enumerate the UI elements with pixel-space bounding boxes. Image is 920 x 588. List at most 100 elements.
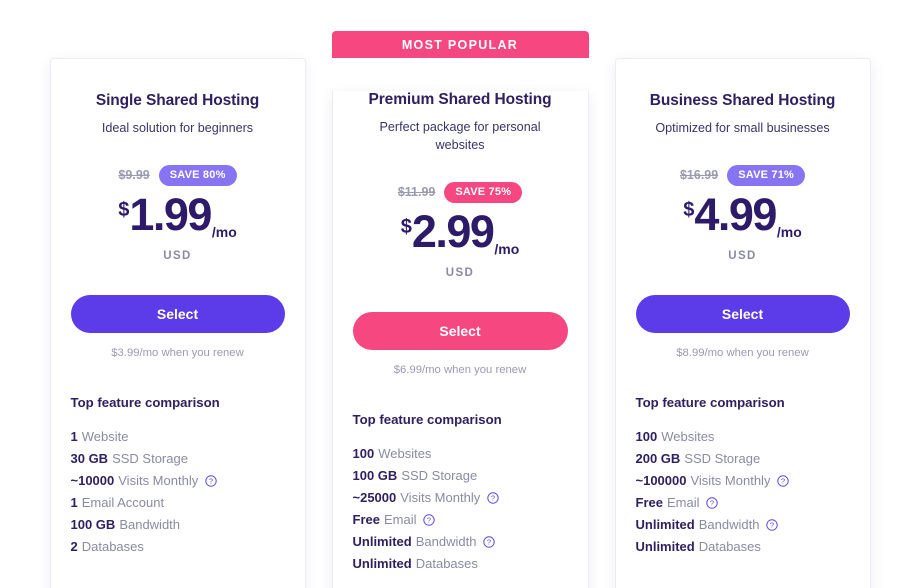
- svg-text:?: ?: [487, 538, 491, 547]
- original-price: $16.99: [679, 168, 719, 182]
- features-heading: Top feature comparison: [70, 395, 220, 410]
- feature-value: 100 GB: [70, 517, 116, 532]
- currency-symbol: $: [400, 216, 412, 238]
- feature-label: SSD Storage: [112, 451, 188, 466]
- original-price: $9.99: [118, 168, 150, 182]
- select-button[interactable]: Select: [352, 312, 568, 350]
- feature-item: Unlimited Databases: [353, 553, 568, 575]
- feature-item: Unlimited Bandwidth?: [353, 531, 568, 553]
- feature-value: Unlimited: [635, 539, 695, 554]
- feature-item: ~10000 Visits Monthly?: [71, 470, 285, 492]
- help-circle-icon[interactable]: ?: [205, 475, 217, 487]
- pricing-card-single-shared-hosting: Single Shared Hosting Ideal solution for …: [49, 31, 306, 588]
- card-body: Business Shared Hosting Optimized for sma…: [614, 58, 871, 588]
- feature-label: Email: [383, 512, 417, 527]
- price-block: $9.99 SAVE 80% $1.99/mo USD: [71, 163, 285, 262]
- feature-label: Websites: [661, 429, 715, 444]
- feature-label: Visits Monthly: [690, 473, 771, 488]
- feature-label: Email Account: [81, 495, 165, 510]
- feature-item: 1 Email Account: [71, 492, 285, 514]
- feature-item: Unlimited Databases: [636, 536, 850, 558]
- price-amount: 4.99: [694, 189, 777, 240]
- feature-value: 100 GB: [352, 468, 398, 483]
- help-circle-icon[interactable]: ?: [483, 536, 496, 548]
- features-heading: Top feature comparison: [635, 395, 785, 410]
- price-block: $16.99 SAVE 71% $4.99/mo USD: [636, 163, 850, 262]
- feature-item: Free Email?: [353, 509, 568, 531]
- feature-label: Databases: [698, 539, 761, 554]
- feature-label: Email: [666, 495, 700, 510]
- current-price: $1.99/mo: [71, 189, 285, 244]
- feature-value: 30 GB: [70, 451, 109, 466]
- plan-title: Premium Shared Hosting: [368, 91, 552, 108]
- feature-label: Websites: [378, 446, 432, 461]
- currency-code: USD: [163, 250, 192, 262]
- save-badge: SAVE 75%: [444, 181, 523, 203]
- feature-item: 100 GB Bandwidth: [71, 514, 285, 536]
- svg-text:?: ?: [491, 494, 495, 503]
- help-circle-icon[interactable]: ?: [423, 514, 436, 526]
- feature-value: 100: [635, 429, 658, 444]
- card-body: Premium Shared Hosting Perfect package fo…: [331, 91, 589, 588]
- help-circle-icon[interactable]: ?: [487, 492, 499, 504]
- feature-value: 100: [352, 446, 375, 461]
- feature-label: SSD Storage: [401, 468, 478, 483]
- currency-code: USD: [445, 267, 475, 279]
- renewal-note: $3.99/mo when you renew: [111, 347, 244, 359]
- price-period: /mo: [776, 224, 802, 240]
- feature-value: 2: [70, 539, 78, 554]
- feature-value: 1: [70, 429, 78, 444]
- feature-value: ~25000: [352, 490, 397, 505]
- feature-label: SSD Storage: [684, 451, 761, 466]
- save-badge: SAVE 80%: [158, 164, 237, 186]
- feature-item: Unlimited Bandwidth?: [636, 514, 850, 536]
- feature-label: Bandwidth: [119, 517, 181, 532]
- feature-value: ~100000: [635, 473, 687, 488]
- feature-label: Website: [81, 429, 129, 444]
- help-circle-icon[interactable]: ?: [777, 475, 790, 487]
- current-price: $4.99/mo: [636, 189, 850, 244]
- feature-item: 2 Databases: [71, 536, 285, 558]
- pricing-card-list: Single Shared Hosting Ideal solution for …: [0, 0, 920, 588]
- feature-item: 200 GB SSD Storage: [636, 448, 850, 470]
- plan-subtitle: Ideal solution for beginners: [101, 121, 254, 135]
- feature-label: Databases: [415, 556, 478, 571]
- feature-item: 100 Websites: [636, 426, 850, 448]
- plan-title: Business Shared Hosting: [649, 92, 836, 109]
- feature-item: ~25000 Visits Monthly?: [353, 487, 568, 509]
- help-circle-icon[interactable]: ?: [766, 519, 779, 531]
- pricing-card-premium-shared-hosting: MOST POPULAR Premium Shared Hosting Perfec…: [331, 31, 589, 588]
- feature-value: 200 GB: [635, 451, 681, 466]
- pricing-page: Single Shared Hosting Ideal solution for …: [0, 0, 920, 588]
- svg-text:?: ?: [427, 516, 431, 525]
- original-price: $11.99: [397, 185, 436, 199]
- renewal-note: $6.99/mo when you renew: [393, 364, 527, 376]
- svg-text:?: ?: [781, 477, 785, 486]
- feature-list: 100 Websites 100 GB SSD Storage ~25000 Visits…: [353, 443, 568, 575]
- help-circle-icon[interactable]: ?: [706, 497, 719, 509]
- features-heading: Top feature comparison: [352, 412, 502, 427]
- feature-value: Free: [352, 512, 380, 527]
- currency-symbol: $: [118, 199, 130, 221]
- save-badge: SAVE 71%: [727, 164, 806, 186]
- svg-text:?: ?: [770, 521, 774, 530]
- discount-row: $11.99 SAVE 75%: [353, 180, 568, 204]
- currency-code: USD: [728, 250, 757, 262]
- feature-value: Unlimited: [635, 517, 695, 532]
- feature-label: Visits Monthly: [400, 490, 481, 505]
- currency-symbol: $: [683, 199, 695, 221]
- feature-item: 100 GB SSD Storage: [353, 465, 568, 487]
- discount-row: $16.99 SAVE 71%: [636, 163, 850, 187]
- select-button[interactable]: Select: [70, 295, 285, 333]
- pricing-card-business-shared-hosting: Business Shared Hosting Optimized for sma…: [614, 31, 871, 588]
- price-block: $11.99 SAVE 75% $2.99/mo USD: [353, 180, 568, 279]
- feature-list: 1 Website 30 GB SSD Storage ~10000 Visits Mon…: [71, 426, 285, 558]
- select-button[interactable]: Select: [635, 295, 850, 333]
- feature-label: Bandwidth: [415, 534, 477, 549]
- renewal-note: $8.99/mo when you renew: [676, 347, 809, 359]
- price-period: /mo: [494, 241, 520, 257]
- plan-subtitle: Optimized for small businesses: [655, 121, 830, 135]
- price-amount: 1.99: [129, 189, 212, 240]
- feature-value: Free: [635, 495, 663, 510]
- svg-text:?: ?: [710, 499, 714, 508]
